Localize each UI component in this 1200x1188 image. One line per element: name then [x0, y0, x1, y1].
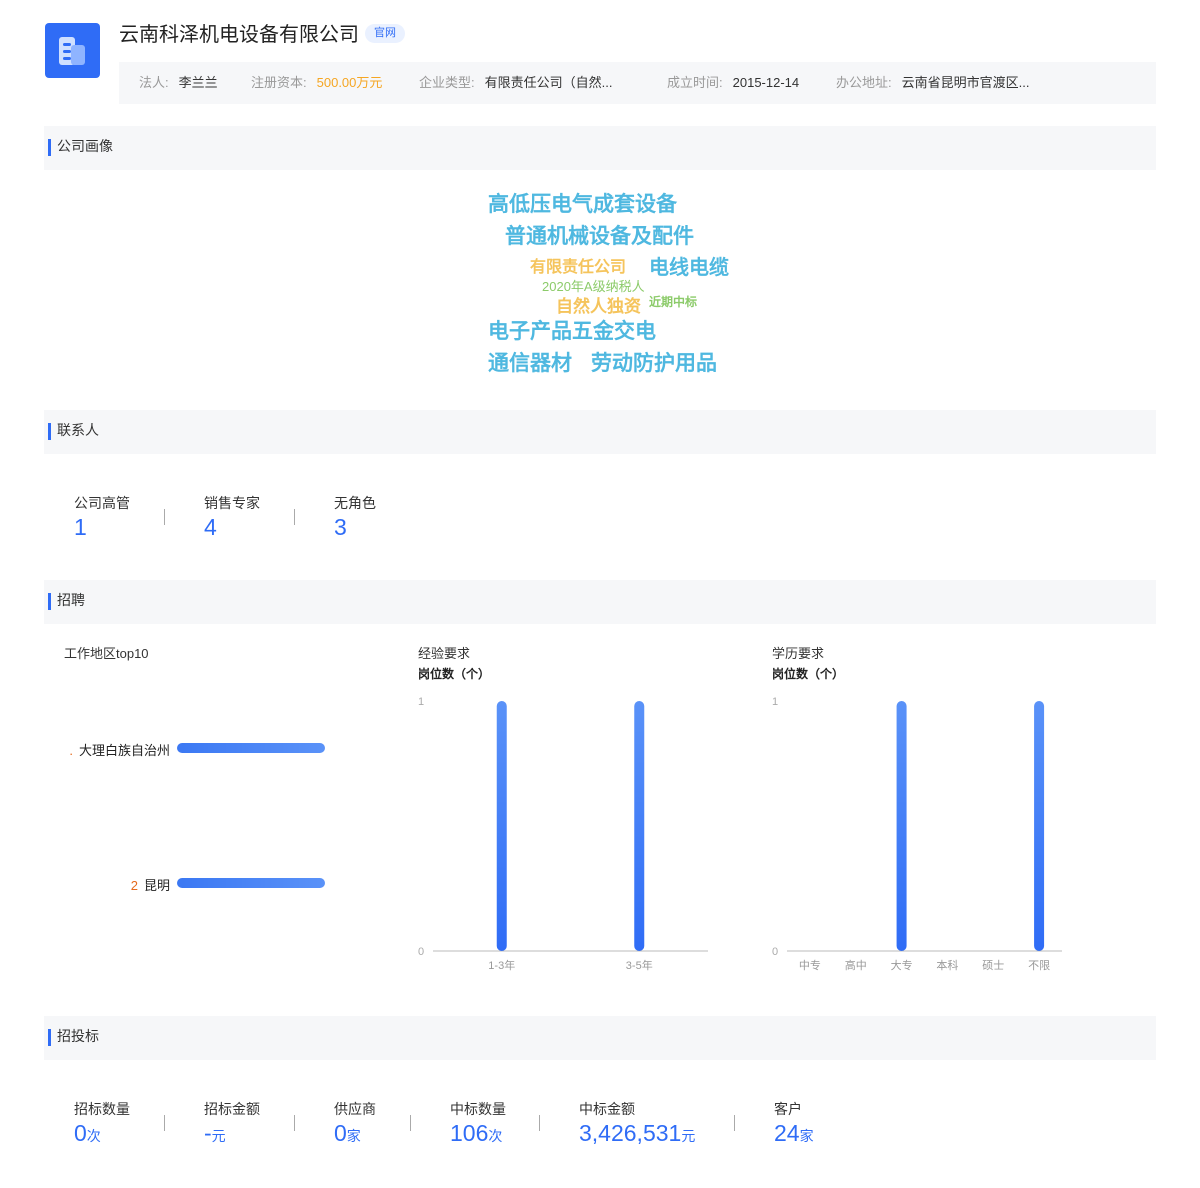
- stat-label: 招标数量: [74, 1101, 130, 1117]
- tag-word: 电线电缆: [649, 257, 729, 279]
- region-rank: .: [69, 743, 73, 758]
- contact-stat-no-role[interactable]: 无角色 3: [334, 493, 376, 539]
- section-title: 招聘: [57, 592, 85, 608]
- stat-value[interactable]: 106次: [450, 1122, 506, 1145]
- experience-chart-ylabel: 岗位数（个）: [418, 667, 491, 681]
- stat-label: 中标金额: [579, 1101, 635, 1117]
- region-name: 大理白族自治州: [78, 743, 170, 758]
- region-rank: 2: [130, 878, 138, 893]
- company-info-bar: 法人: 李兰兰 注册资本: 500.00万元 企业类型: 有限责任公司（自然... 成…: [119, 62, 1156, 104]
- divider: [734, 1115, 735, 1131]
- chart-bar[interactable]: [896, 701, 907, 951]
- education-chart: 0 1 中专 高中 大专 本科 硕士 不限: [772, 696, 1062, 972]
- divider: [410, 1115, 411, 1131]
- region-name: 昆明: [143, 878, 170, 893]
- bid-stat-won-amount[interactable]: 中标金额 3,426,531元: [579, 1099, 695, 1145]
- region-chart-title: 工作地区top10: [64, 646, 149, 661]
- experience-chart-title: 经验要求: [418, 646, 471, 661]
- contact-stat-executives[interactable]: 公司高管 1: [74, 493, 130, 539]
- x-tick-label: 3-5年: [626, 958, 653, 972]
- stat-value[interactable]: 3,426,531元: [579, 1122, 695, 1145]
- region-bar[interactable]: [177, 743, 325, 753]
- info-founded-date: 成立时间: 2015-12-14: [667, 75, 800, 90]
- tag-word: 高低压电气成套设备: [488, 193, 677, 216]
- y-tick-label: 0: [772, 946, 778, 958]
- tag-word: 近期中标: [649, 295, 698, 309]
- region-bar[interactable]: [177, 878, 325, 888]
- stat-label: 公司高管: [74, 495, 130, 511]
- tag-word: 通信器材: [488, 352, 572, 375]
- x-tick-label: 中专: [799, 958, 821, 972]
- section-header-contacts: 联系人: [44, 410, 1156, 454]
- info-company-type: 企业类型: 有限责任公司（自然...: [419, 75, 613, 90]
- section-title: 公司画像: [57, 138, 113, 154]
- stat-value[interactable]: 3: [334, 516, 376, 539]
- x-tick-label: 本科: [936, 958, 958, 972]
- education-chart-title: 学历要求: [772, 646, 825, 661]
- divider: [294, 509, 295, 525]
- stat-label: 中标数量: [450, 1101, 506, 1117]
- tag-word: 有限责任公司: [530, 259, 627, 276]
- divider: [164, 1115, 165, 1131]
- tag-word: 2020年A级纳税人: [542, 279, 645, 294]
- stat-label: 无角色: [334, 495, 376, 511]
- stat-value[interactable]: -元: [204, 1122, 260, 1145]
- bid-stat-won-count[interactable]: 中标数量 106次: [450, 1099, 506, 1145]
- contact-stat-sales[interactable]: 销售专家 4: [204, 493, 260, 539]
- x-tick-label: 大专: [891, 958, 913, 972]
- section-accent-bar: [48, 423, 51, 440]
- stat-label: 供应商: [334, 1101, 376, 1117]
- stat-label: 销售专家: [204, 495, 260, 511]
- stat-label: 客户: [774, 1101, 802, 1117]
- divider: [164, 509, 165, 525]
- region-label: 2 昆明: [131, 875, 170, 894]
- section-accent-bar: [48, 1029, 51, 1046]
- divider: [539, 1115, 540, 1131]
- company-name: 云南科泽机电设备有限公司: [119, 24, 359, 46]
- stat-value[interactable]: 24家: [774, 1122, 814, 1145]
- tag-word: 自然人独资: [556, 297, 641, 316]
- x-tick-label: 高中: [845, 958, 867, 972]
- section-header-portrait: 公司画像: [44, 126, 1156, 170]
- official-site-badge[interactable]: 官网: [365, 24, 405, 43]
- stat-label: 招标金额: [204, 1101, 260, 1117]
- stat-value[interactable]: 1: [74, 516, 130, 539]
- building-icon: [59, 37, 85, 65]
- bid-stat-tender-amount[interactable]: 招标金额 -元: [204, 1099, 260, 1145]
- info-office-address: 办公地址: 云南省昆明市官渡区...: [836, 75, 1030, 90]
- bid-stat-tender-count[interactable]: 招标数量 0次: [74, 1099, 130, 1145]
- divider: [294, 1115, 295, 1131]
- section-accent-bar: [48, 593, 51, 610]
- section-header-recruitment: 招聘: [44, 580, 1156, 624]
- section-title: 招投标: [57, 1028, 99, 1044]
- tag-word: 劳动防护用品: [591, 352, 717, 375]
- chart-bar[interactable]: [634, 701, 645, 951]
- x-tick-label: 1-3年: [488, 958, 515, 972]
- company-logo: [45, 23, 100, 78]
- x-tick-label: 硕士: [982, 959, 1004, 972]
- tag-word: 普通机械设备及配件: [505, 225, 694, 248]
- education-chart-ylabel: 岗位数（个）: [772, 667, 845, 681]
- info-registered-capital: 注册资本: 500.00万元: [251, 75, 383, 90]
- tag-word: 电子产品五金交电: [488, 320, 656, 343]
- experience-chart: 0 1 1-3年 3-5年: [418, 696, 708, 972]
- y-tick-label: 0: [418, 946, 424, 958]
- bid-stat-suppliers[interactable]: 供应商 0家: [334, 1099, 376, 1145]
- info-legal-person: 法人: 李兰兰: [139, 75, 218, 90]
- chart-bar[interactable]: [1034, 701, 1045, 951]
- stat-value[interactable]: 0家: [334, 1122, 376, 1145]
- section-accent-bar: [48, 139, 51, 156]
- stat-value[interactable]: 0次: [74, 1122, 130, 1145]
- stat-value[interactable]: 4: [204, 516, 260, 539]
- x-tick-label: 不限: [1028, 959, 1050, 972]
- region-label: . 大理白族自治州: [69, 740, 170, 759]
- chart-bar[interactable]: [496, 701, 507, 951]
- section-title: 联系人: [57, 422, 99, 438]
- y-tick-label: 1: [418, 696, 424, 708]
- section-header-bidding: 招投标: [44, 1016, 1156, 1060]
- bid-stat-customers[interactable]: 客户 24家: [774, 1099, 814, 1145]
- y-tick-label: 1: [772, 696, 778, 708]
